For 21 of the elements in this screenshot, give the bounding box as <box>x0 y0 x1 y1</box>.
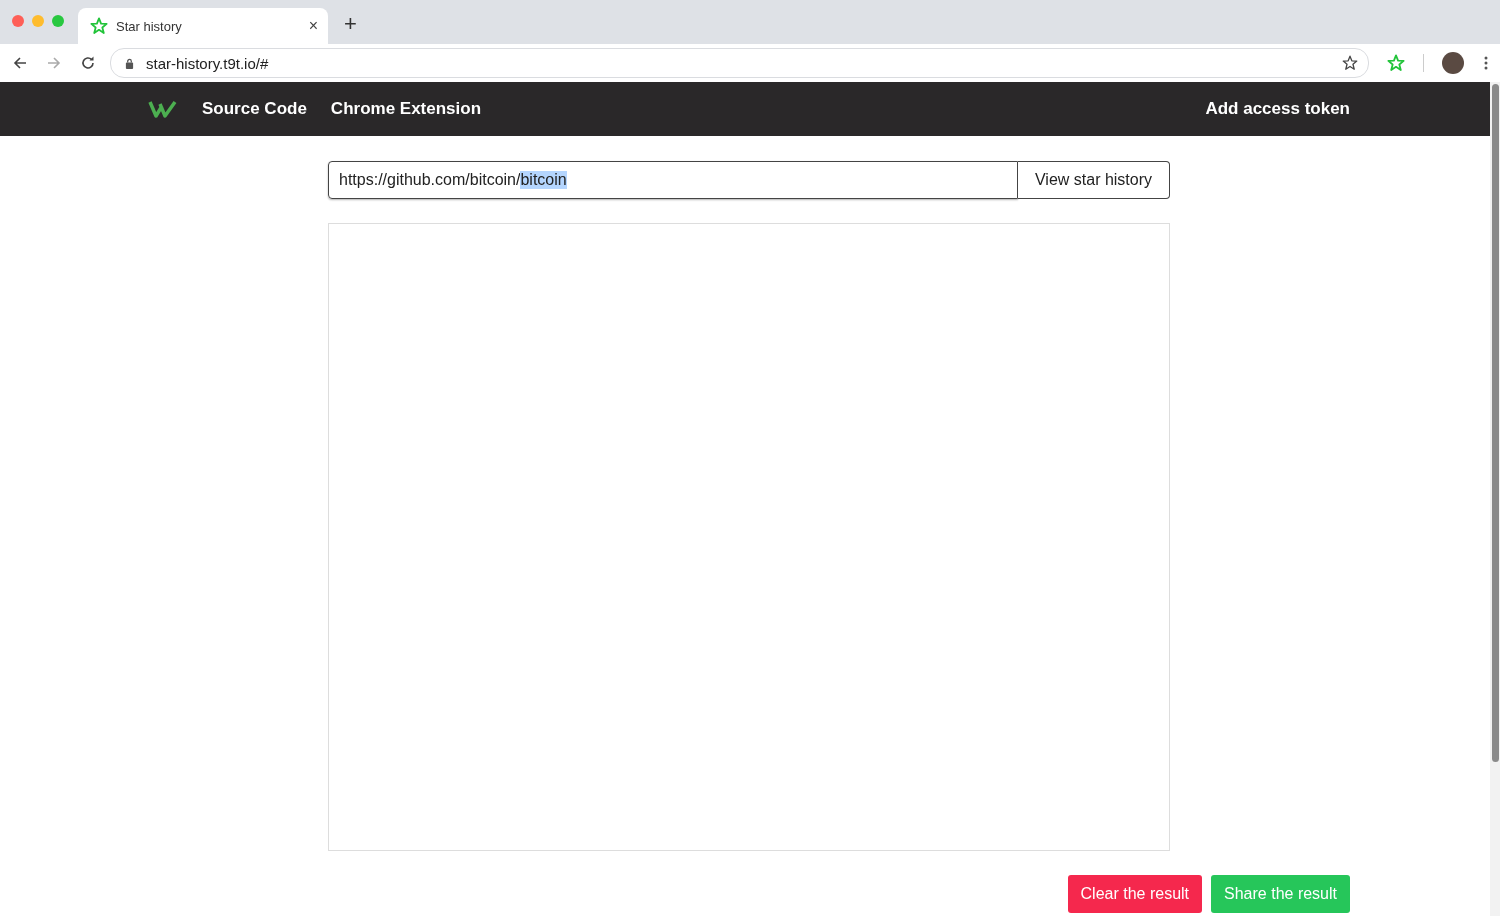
nav-link[interactable]: Add access token <box>1205 99 1350 119</box>
avatar-icon[interactable] <box>1442 52 1464 74</box>
star-icon <box>90 17 108 35</box>
nav-link[interactable]: Chrome Extension <box>330 99 482 119</box>
reload-icon[interactable] <box>80 55 96 71</box>
tab-title: Star history <box>116 18 183 34</box>
logo-icon[interactable] <box>148 100 178 118</box>
repo-url-field[interactable]: https://github.com/bitcoin/bitcoin <box>328 161 1018 199</box>
menu-icon[interactable] <box>1484 56 1488 70</box>
lock-icon <box>125 57 134 69</box>
nav-link[interactable]: Source Code <box>202 99 307 119</box>
clear-button[interactable]: Clear the result <box>1067 875 1203 913</box>
back-icon[interactable] <box>12 55 28 71</box>
star-icon[interactable] <box>1387 54 1405 72</box>
view-star-history-button[interactable]: View star history <box>1018 161 1170 199</box>
address-bar[interactable]: star-history.t9t.io/# <box>110 48 1369 78</box>
new-tab-button[interactable]: + <box>344 11 357 37</box>
browser-tab[interactable]: Star history × <box>78 8 328 44</box>
scrollbar-thumb[interactable] <box>1492 84 1499 762</box>
bookmark-star-icon[interactable] <box>1342 55 1358 71</box>
close-tab-button[interactable]: × <box>308 17 318 35</box>
